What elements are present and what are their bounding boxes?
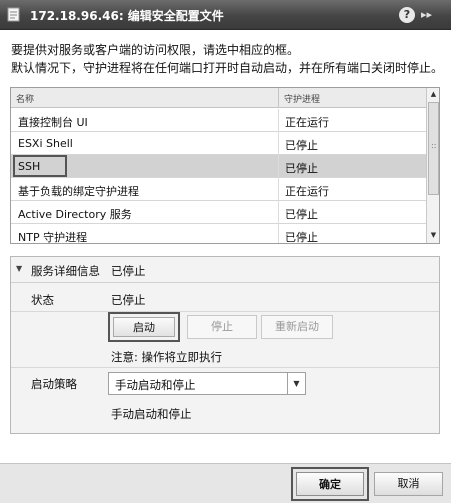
table-scrollbar[interactable]: ▲ :: ▼ bbox=[426, 88, 439, 243]
cancel-button[interactable]: 取消 bbox=[374, 472, 443, 496]
details-title: 服务详细信息 bbox=[31, 264, 100, 278]
scroll-down-icon[interactable]: ▼ bbox=[427, 229, 439, 242]
service-status: 已停止 bbox=[285, 208, 318, 221]
title-bar: 172.18.96.46: 编辑安全配置文件 ? ▸▸ bbox=[0, 0, 451, 30]
start-button[interactable]: 启动 bbox=[113, 317, 175, 337]
service-name: NTP 守护进程 bbox=[18, 231, 88, 244]
note-text: 注意: 操作将立即执行 bbox=[111, 350, 223, 364]
start-button-highlight: 启动 bbox=[108, 312, 180, 342]
intro-text-line-1: 要提供对服务或客户端的访问权限，请选中相应的框。 bbox=[11, 43, 300, 57]
scroll-thumb[interactable]: :: bbox=[428, 102, 439, 195]
column-divider bbox=[278, 178, 279, 201]
dialog-footer: 确定 取消 bbox=[0, 463, 451, 503]
startup-policy-description: 手动启动和停止 bbox=[111, 407, 192, 421]
service-status: 已停止 bbox=[285, 231, 318, 244]
chevron-down-icon[interactable]: ▼ bbox=[287, 373, 305, 394]
divider bbox=[11, 311, 439, 312]
service-name: Active Directory 服务 bbox=[18, 208, 132, 221]
window-icon bbox=[6, 7, 21, 22]
table-row-ssh[interactable]: SSH 已停止 bbox=[11, 155, 426, 178]
divider bbox=[11, 367, 439, 368]
column-divider bbox=[278, 109, 279, 132]
stop-button[interactable]: 停止 bbox=[187, 315, 257, 339]
service-name: 直接控制台 UI bbox=[18, 116, 88, 129]
scroll-up-icon[interactable]: ▲ bbox=[427, 88, 439, 101]
service-name: 基于负载的绑定守护进程 bbox=[18, 185, 139, 198]
startup-policy-label: 启动策略 bbox=[31, 377, 77, 391]
startup-policy-selected-value: 手动启动和停止 bbox=[115, 378, 196, 392]
collapse-triangle-icon[interactable]: ▼ bbox=[16, 264, 22, 273]
ok-button-highlight: 确定 bbox=[291, 467, 369, 501]
table-row-esxi-shell[interactable]: ESXi Shell 已停止 bbox=[11, 132, 426, 155]
service-status: 已停止 bbox=[285, 139, 318, 152]
intro-text-line-2: 默认情况下，守护进程将在任何端口打开时自动启动，并在所有端口关闭时停止。 bbox=[11, 61, 444, 75]
service-details-panel: ▼ 服务详细信息 已停止 状态 已停止 启动 停止 重新启动 注意: 操作将立即… bbox=[10, 256, 440, 434]
column-divider bbox=[278, 224, 279, 243]
table-header: 名称 守护进程 bbox=[11, 88, 426, 108]
column-header-daemon[interactable]: 守护进程 bbox=[284, 92, 320, 105]
services-table: 名称 守护进程 直接控制台 UI 正在运行 ESXi Shell 已停止 SSH… bbox=[10, 87, 440, 244]
selection-highlight-box bbox=[13, 155, 67, 177]
details-summary-status: 已停止 bbox=[111, 264, 146, 278]
column-divider bbox=[278, 201, 279, 224]
state-value: 已停止 bbox=[111, 293, 146, 307]
startup-policy-dropdown[interactable]: 手动启动和停止 ▼ bbox=[108, 372, 306, 395]
column-divider bbox=[278, 88, 279, 108]
help-icon[interactable]: ? bbox=[399, 7, 415, 23]
grip-icon: :: bbox=[431, 141, 437, 150]
state-label: 状态 bbox=[31, 293, 54, 307]
column-divider bbox=[278, 155, 279, 178]
table-row-active-directory[interactable]: Active Directory 服务 已停止 bbox=[11, 201, 426, 224]
service-status: 正在运行 bbox=[285, 116, 329, 129]
service-status: 正在运行 bbox=[285, 185, 329, 198]
expand-icon[interactable]: ▸▸ bbox=[421, 7, 445, 23]
ok-button[interactable]: 确定 bbox=[296, 472, 364, 496]
window-title: 172.18.96.46: 编辑安全配置文件 bbox=[30, 9, 224, 23]
table-row-ntp-daemon[interactable]: NTP 守护进程 已停止 bbox=[11, 224, 426, 244]
column-divider bbox=[278, 132, 279, 155]
table-row-direct-console-ui[interactable]: 直接控制台 UI 正在运行 bbox=[11, 109, 426, 132]
table-row-load-based-teaming[interactable]: 基于负载的绑定守护进程 正在运行 bbox=[11, 178, 426, 201]
restart-button[interactable]: 重新启动 bbox=[261, 315, 333, 339]
details-header[interactable]: ▼ 服务详细信息 已停止 bbox=[11, 257, 439, 283]
column-header-name[interactable]: 名称 bbox=[16, 92, 34, 105]
service-status: 已停止 bbox=[285, 162, 318, 175]
service-name: ESXi Shell bbox=[18, 137, 73, 150]
